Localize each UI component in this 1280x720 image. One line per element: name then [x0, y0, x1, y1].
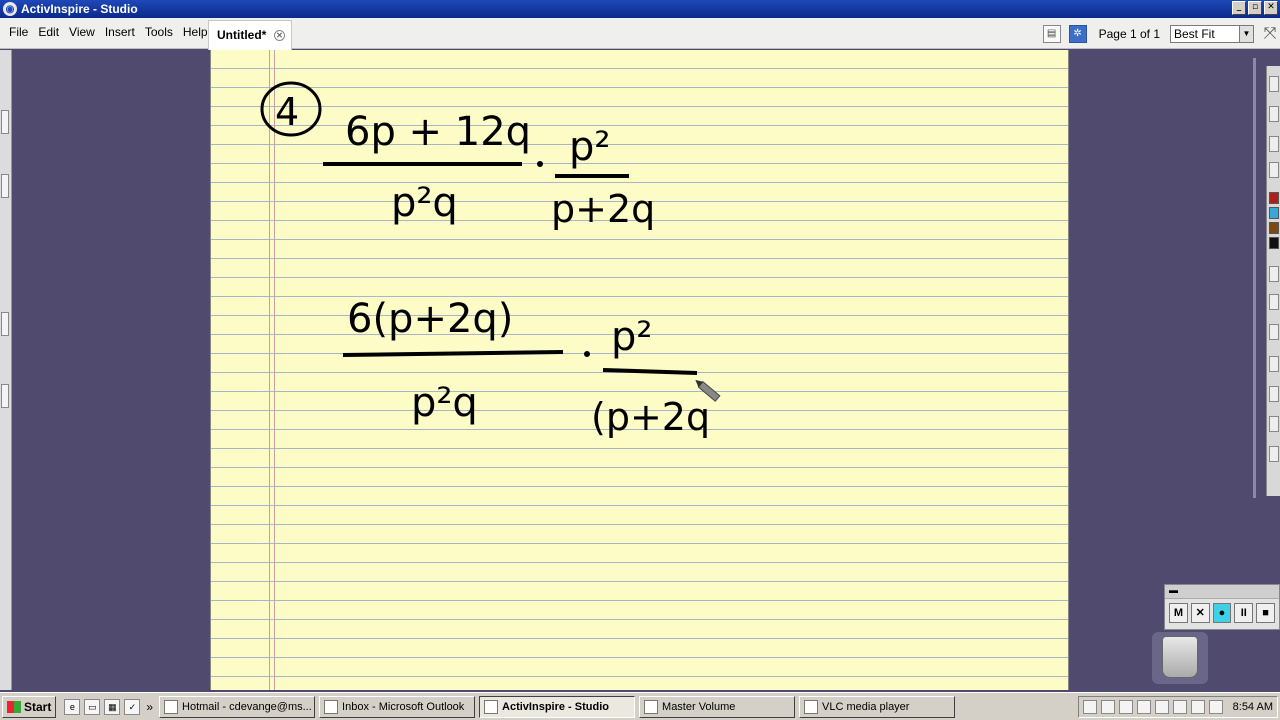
tool-icon[interactable]	[1269, 76, 1279, 92]
minimize-button[interactable]: _	[1232, 1, 1246, 15]
brown-swatch[interactable]	[1269, 222, 1279, 234]
left-tool-handle[interactable]	[1, 312, 9, 336]
problem-number: 4	[275, 90, 299, 134]
tool-icon[interactable]	[1269, 386, 1279, 402]
tray-app-icon[interactable]	[1208, 700, 1223, 714]
title-bar: ◉ ActivInspire - Studio _ ▫ ✕	[0, 0, 1280, 18]
folder-icon[interactable]: ▭	[84, 698, 101, 715]
menu-tools[interactable]: Tools	[140, 23, 178, 41]
zoom-select[interactable]: Best Fit ▼	[1170, 25, 1254, 43]
desktop-icon[interactable]: ▦	[104, 698, 121, 715]
start-button[interactable]: Start	[2, 695, 57, 718]
left-tool-handle[interactable]	[1, 110, 9, 134]
fraction4-numerator: p²	[611, 314, 652, 360]
zoom-value: Best Fit	[1174, 27, 1215, 41]
trash-can[interactable]	[1152, 632, 1208, 684]
tool-icon[interactable]	[1269, 416, 1279, 432]
fraction-bar	[602, 368, 698, 375]
recorder-close-button[interactable]: ✕	[1190, 603, 1210, 623]
task-hotmail[interactable]: Hotmail - cdevange@ms...	[159, 695, 316, 718]
network-icon[interactable]	[1154, 700, 1169, 714]
fraction1-numerator: 6p + 12q	[345, 109, 531, 155]
windows-logo-icon	[7, 700, 21, 713]
menu-edit[interactable]: Edit	[33, 23, 64, 41]
menu-bar: File Edit View Insert Tools Help Untitle…	[0, 18, 1280, 50]
browser-icon	[164, 699, 179, 714]
security-tray-icon[interactable]	[1118, 700, 1133, 714]
tool-icon[interactable]	[1269, 446, 1279, 462]
task-master-volume[interactable]: Master Volume	[639, 695, 796, 718]
quick-launch: e ▭ ▦ ✓	[64, 698, 141, 715]
pen-icon[interactable]	[1269, 106, 1279, 122]
tool-icon[interactable]	[1269, 294, 1279, 310]
task-vlc[interactable]: VLC media player	[799, 695, 956, 718]
outlook-tray-icon[interactable]	[1100, 700, 1115, 714]
trash-icon	[1162, 636, 1198, 678]
fraction3-denominator: p²q	[411, 380, 478, 426]
document-tab[interactable]: Untitled* ✕	[208, 20, 292, 50]
recorder-title-bar[interactable]: ▬	[1165, 585, 1279, 599]
red-swatch[interactable]	[1269, 192, 1279, 204]
recorder-widget: ▬ M ✕ ● II ■	[1164, 584, 1280, 630]
black-swatch[interactable]	[1269, 237, 1279, 249]
stop-button[interactable]: ■	[1256, 603, 1275, 623]
dual-user-icon[interactable]: ✲	[1068, 25, 1087, 43]
menu-insert[interactable]: Insert	[100, 23, 140, 41]
page-indicator: Page 1 of 1	[1098, 27, 1160, 41]
close-button[interactable]: ✕	[1264, 1, 1278, 15]
right-toolbox	[1266, 66, 1280, 496]
right-rail	[1253, 58, 1256, 498]
page-browser-icon[interactable]: ▤	[1042, 25, 1061, 43]
taskbar: Start e ▭ ▦ ✓ » Hotmail - cdevange@ms...…	[0, 692, 1280, 720]
activinspire-icon: ◉	[3, 2, 17, 16]
flipchart-page[interactable]: 4 6p + 12q p²q p² p+2q 6(p+2q) p²q p² (p…	[210, 50, 1069, 690]
clock: 8:54 AM	[1232, 701, 1273, 713]
fraction4-denominator: (p+2q	[591, 395, 710, 439]
task-activinspire[interactable]: ActivInspire - Studio	[479, 695, 636, 718]
left-tool-handle[interactable]	[1, 384, 9, 408]
vlc-tray-icon[interactable]	[1082, 700, 1097, 714]
record-button[interactable]: ●	[1212, 603, 1232, 623]
multiply-dot	[537, 161, 543, 167]
fill-icon[interactable]	[1269, 356, 1279, 372]
tray-app-icon[interactable]	[1190, 700, 1205, 714]
tool-icon[interactable]	[1269, 162, 1279, 178]
volume-icon	[644, 699, 659, 714]
restore-button[interactable]: ▫	[1248, 1, 1262, 15]
menu-file[interactable]: File	[4, 23, 33, 41]
chevron-down-icon: ▼	[1239, 26, 1253, 42]
shape-icon[interactable]	[1269, 324, 1279, 340]
recorder-menu-button[interactable]: M	[1169, 603, 1188, 623]
tool-icon[interactable]	[1269, 136, 1279, 152]
document-tab-label: Untitled*	[217, 28, 267, 42]
tool-icon[interactable]	[1269, 266, 1279, 282]
blue-swatch[interactable]	[1269, 207, 1279, 219]
fraction2-numerator: p²	[569, 124, 610, 170]
start-label: Start	[24, 699, 52, 714]
fraction-bar	[342, 350, 564, 357]
outlook-icon[interactable]: ✓	[124, 698, 141, 715]
menu-view[interactable]: View	[64, 23, 100, 41]
vlc-icon	[804, 699, 819, 714]
speaker-icon[interactable]	[1136, 700, 1151, 714]
quick-launch-overflow-icon[interactable]: »	[146, 700, 153, 714]
window-title: ActivInspire - Studio	[21, 2, 138, 16]
system-tray: 8:54 AM	[1077, 696, 1278, 718]
handwriting-layer: 4 6p + 12q p²q p² p+2q 6(p+2q) p²q p² (p…	[260, 81, 721, 439]
pause-button[interactable]: II	[1234, 603, 1254, 623]
close-tab-icon[interactable]: ✕	[274, 30, 285, 41]
left-tool-handle[interactable]	[1, 174, 9, 198]
fraction1-denominator: p²q	[391, 180, 458, 226]
fraction3-numerator: 6(p+2q)	[347, 296, 513, 342]
multiply-dot	[584, 351, 590, 357]
fullscreen-icon[interactable]: ⤧	[1260, 24, 1280, 44]
activinspire-icon	[484, 699, 499, 714]
fraction2-denominator: p+2q	[551, 187, 655, 231]
star-icon[interactable]	[1172, 700, 1187, 714]
task-outlook[interactable]: Inbox - Microsoft Outlook	[319, 695, 476, 718]
window-controls: _ ▫ ✕	[1232, 1, 1278, 15]
outlook-icon	[324, 699, 339, 714]
left-toolbox	[0, 50, 12, 690]
ie-icon[interactable]: e	[64, 698, 81, 715]
